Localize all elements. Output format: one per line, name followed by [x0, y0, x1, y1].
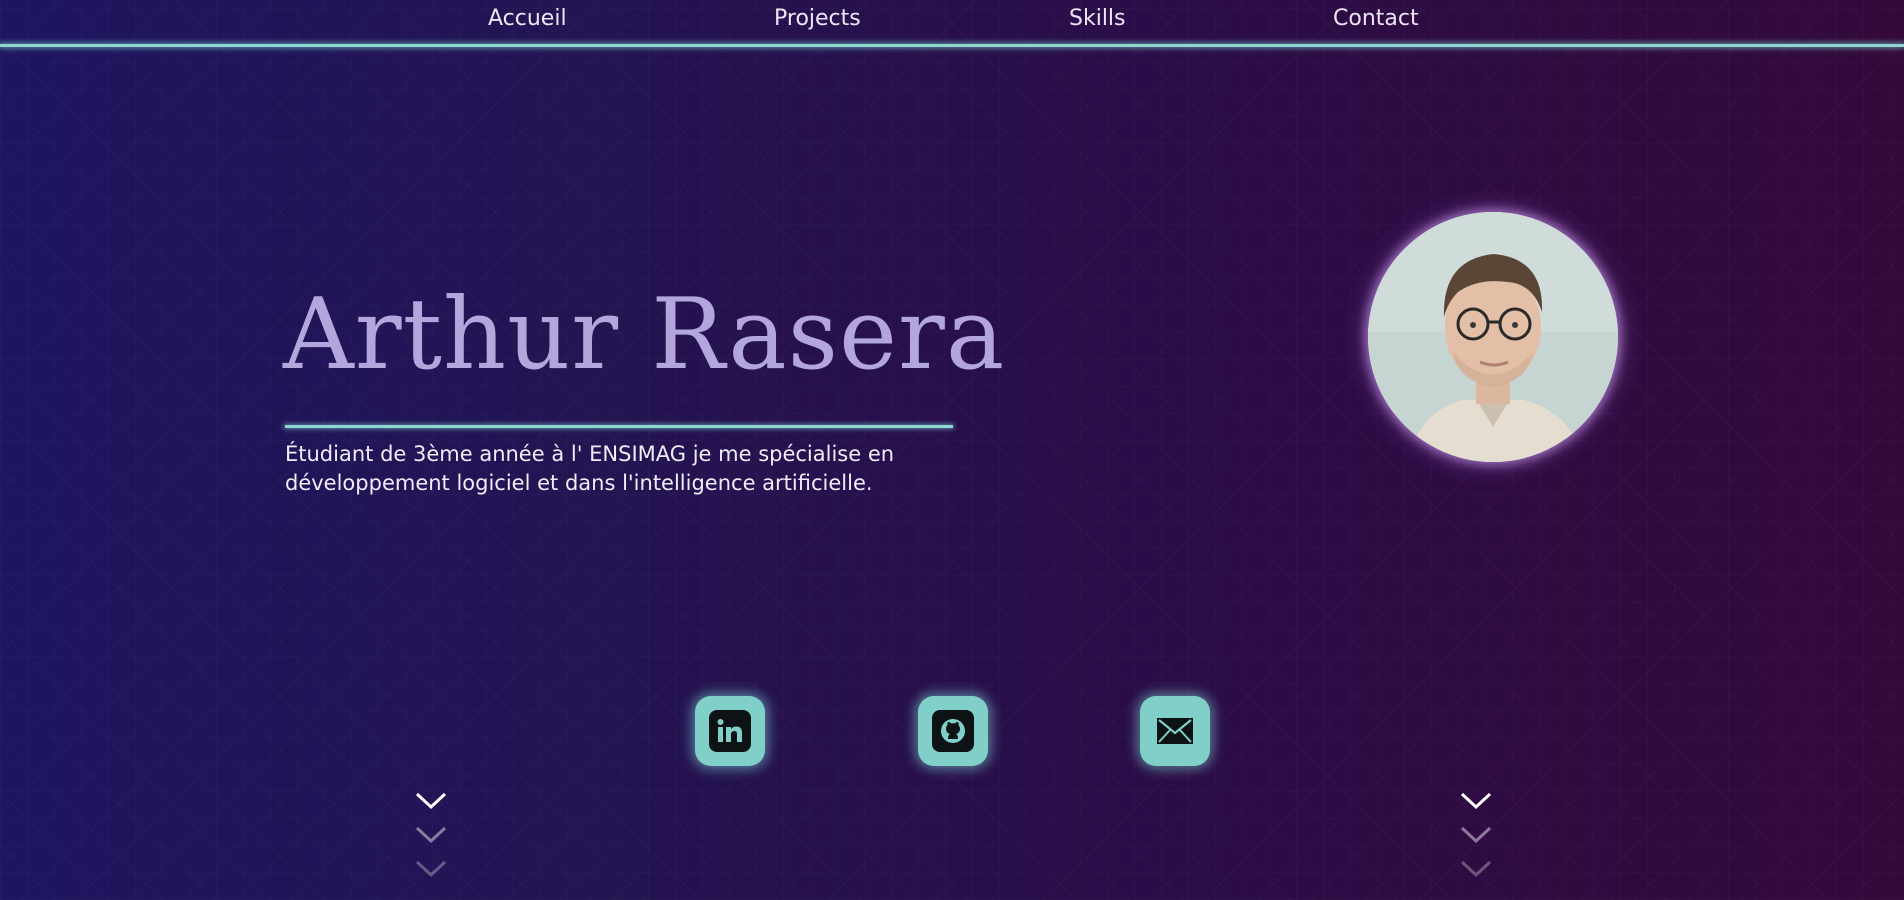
- profile-avatar: [1368, 212, 1618, 462]
- chevron-down-icon: [415, 860, 447, 878]
- name-underline: [285, 425, 953, 428]
- nav-divider: [0, 44, 1904, 47]
- chevron-down-icon: [415, 792, 447, 810]
- mail-button[interactable]: [1140, 696, 1210, 766]
- chevron-down-icon: [1460, 792, 1492, 810]
- nav-link-accueil[interactable]: Accueil: [488, 6, 567, 31]
- hero-name-title: Arthur Rasera: [283, 278, 1006, 392]
- bio-line: Étudiant de 3ème année à l' ENSIMAG je m…: [285, 442, 895, 466]
- nav-link-projects[interactable]: Projects: [774, 6, 861, 31]
- nav-link-contact[interactable]: Contact: [1333, 6, 1419, 31]
- profile-photo: [1368, 212, 1618, 462]
- github-icon: [932, 710, 974, 752]
- mail-icon: [1157, 718, 1193, 744]
- chevron-down-icon: [1460, 826, 1492, 844]
- linkedin-button[interactable]: [695, 696, 765, 766]
- bio-line: développement logiciel et dans l'intelli…: [285, 471, 873, 495]
- chevron-down-icon: [1460, 860, 1492, 878]
- hero-bio: Étudiant de 3ème année à l' ENSIMAG je m…: [285, 440, 1005, 498]
- linkedin-icon: [709, 710, 751, 752]
- top-navbar: Accueil Projects Skills Contact: [0, 0, 1904, 47]
- github-button[interactable]: [918, 696, 988, 766]
- scroll-down-indicator-right[interactable]: [1458, 792, 1494, 892]
- chevron-down-icon: [415, 826, 447, 844]
- scroll-down-indicator-left[interactable]: [413, 792, 449, 892]
- nav-link-skills[interactable]: Skills: [1069, 6, 1126, 31]
